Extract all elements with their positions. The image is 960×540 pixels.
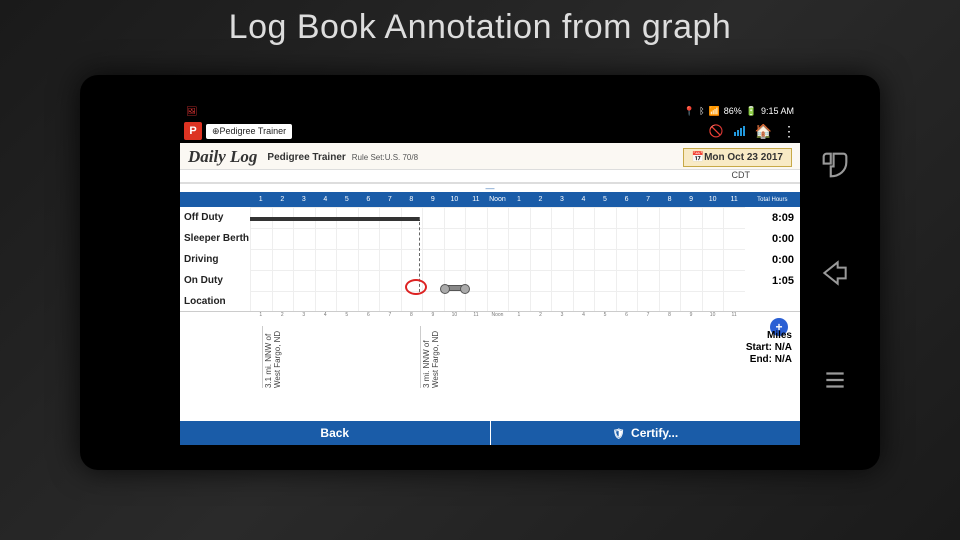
nav-home-button[interactable]	[817, 255, 853, 291]
slide-title: Log Book Annotation from graph	[0, 0, 960, 55]
location-annotations: 3.1 mi. NNW of West Fargo, ND 3 mi. NNW …	[180, 326, 800, 396]
hour-label: 5	[594, 196, 616, 203]
wifi-icon: 📶	[709, 106, 720, 117]
certify-label: Certify...	[631, 426, 678, 440]
header-row: Daily Log Pedigree Trainer Rule Set:U.S.…	[180, 143, 800, 170]
hour-label: 10	[444, 196, 466, 203]
home-icon[interactable]: 🏠	[755, 123, 772, 140]
bluetooth-icon: ᛒ	[699, 106, 704, 116]
row-driving: Driving 0:00	[180, 249, 800, 270]
hour-label: 5	[336, 196, 358, 203]
timeline-header: 1 2 3 4 5 6 7 8 9 10 11 Noon 1 2 3 4 5 6…	[180, 192, 800, 207]
date-picker[interactable]: 📅Mon Oct 23 2017	[683, 148, 792, 167]
miles-title: Miles	[746, 330, 792, 342]
android-status-bar: 🖼 📍 ᛒ 📶 86% 🔋 9:15 AM	[180, 103, 800, 119]
hour-label: 7	[637, 196, 659, 203]
page-subtitle: Pedigree Trainer	[267, 152, 345, 163]
miles-start: Start: N/A	[746, 342, 792, 354]
app-logo[interactable]: P	[184, 122, 202, 140]
hour-label: 7	[379, 196, 401, 203]
nav-recent-button[interactable]	[817, 362, 853, 398]
collapse-toggle[interactable]: —	[180, 184, 800, 192]
location-marker-b[interactable]: 3 mi. NNW of West Fargo, ND	[420, 326, 440, 388]
alert-icon[interactable]: 🚫	[709, 124, 724, 138]
row-on-duty: On Duty 1:05	[180, 270, 800, 291]
hour-label: 11	[465, 196, 487, 203]
log-graph[interactable]: Off Duty 8:09 Sleeper Berth 0:00 Driving…	[180, 207, 800, 312]
nav-back-button[interactable]	[817, 147, 853, 183]
footer-bar: Back Certify...	[180, 421, 800, 445]
hour-label: Noon	[487, 196, 509, 203]
driving-total: 0:00	[745, 254, 800, 266]
hour-label: 9	[422, 196, 444, 203]
hour-label: 11	[723, 196, 745, 203]
app-tab[interactable]: ⊕Pedigree Trainer	[206, 124, 292, 139]
clock: 9:15 AM	[761, 106, 794, 116]
app-toolbar: P ⊕Pedigree Trainer 🚫 🏠 ⋮	[180, 119, 800, 143]
hour-label: 9	[680, 196, 702, 203]
shield-icon	[612, 426, 625, 440]
annotation-highlight	[405, 279, 427, 295]
hour-label: 4	[315, 196, 337, 203]
hour-label: 8	[659, 196, 681, 203]
location-label: Location	[180, 297, 250, 307]
off-duty-segment[interactable]	[250, 217, 420, 221]
battery-icon: 🔋	[746, 106, 757, 117]
hour-label: 3	[293, 196, 315, 203]
off-duty-total: 8:09	[745, 212, 800, 224]
timezone-label: CDT	[180, 170, 800, 184]
hour-label: 6	[616, 196, 638, 203]
hour-label: 4	[573, 196, 595, 203]
android-nav	[805, 75, 865, 470]
location-timeline-ticks: 1234 5678 91011Noon 1234 5678 91011	[250, 312, 745, 326]
hour-label: 8	[401, 196, 423, 203]
sleeper-label: Sleeper Berth	[180, 234, 250, 244]
back-button[interactable]: Back	[180, 421, 491, 445]
sleeper-total: 0:00	[745, 233, 800, 245]
battery-percent: 86%	[724, 106, 742, 116]
on-duty-label: On Duty	[180, 276, 250, 286]
page-title: Daily Log	[188, 147, 257, 167]
driving-label: Driving	[180, 255, 250, 265]
hour-label: 2	[530, 196, 552, 203]
row-location: Location	[180, 291, 800, 312]
on-duty-total: 1:05	[745, 275, 800, 287]
location-marker-a[interactable]: 3.1 mi. NNW of West Fargo, ND	[262, 326, 282, 388]
total-hours-header: Total Hours	[745, 197, 800, 203]
off-duty-label: Off Duty	[180, 213, 250, 223]
miles-end: End: N/A	[746, 354, 792, 366]
hour-label: 3	[551, 196, 573, 203]
on-duty-segment[interactable]	[442, 285, 468, 291]
hour-label: 10	[702, 196, 724, 203]
signal-icon	[734, 126, 745, 136]
menu-icon[interactable]: ⋮	[782, 123, 796, 140]
hour-label: 1	[250, 196, 272, 203]
phone-frame: 🖼 📍 ᛒ 📶 86% 🔋 9:15 AM P ⊕Pedigree Traine…	[80, 75, 880, 470]
hour-label: 6	[358, 196, 380, 203]
certify-button[interactable]: Certify...	[491, 421, 801, 445]
hour-label: 1	[508, 196, 530, 203]
ruleset-label: Rule Set:U.S. 70/8	[352, 153, 418, 162]
phone-screen: 🖼 📍 ᛒ 📶 86% 🔋 9:15 AM P ⊕Pedigree Traine…	[180, 103, 800, 445]
row-sleeper: Sleeper Berth 0:00	[180, 228, 800, 249]
notification-icon: 🖼	[186, 106, 197, 117]
hour-label: 2	[272, 196, 294, 203]
miles-summary: Miles Start: N/A End: N/A	[746, 330, 792, 366]
gps-icon: 📍	[684, 106, 695, 117]
